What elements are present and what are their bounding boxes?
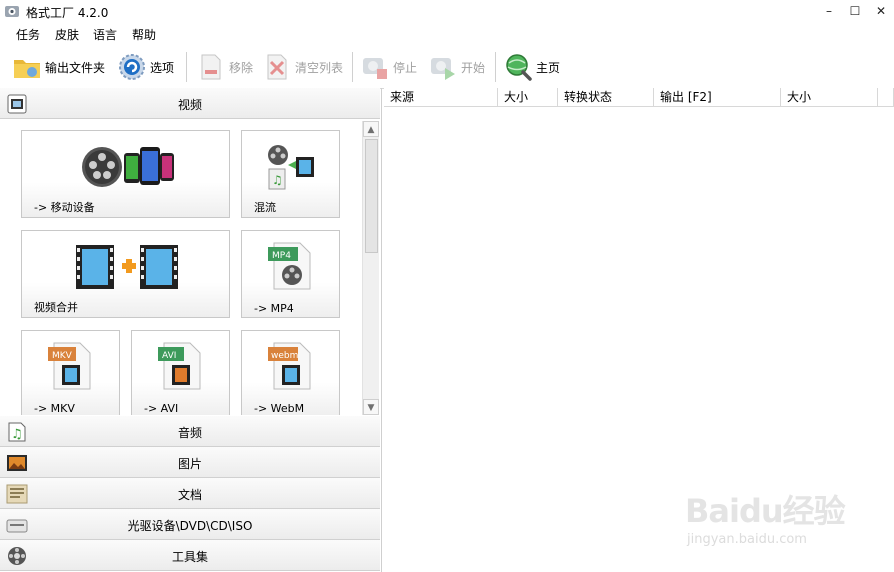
category-document-label: 文档	[177, 488, 202, 502]
grid-scrollbar[interactable]: ▲ ▼	[362, 121, 379, 415]
clear-list-button[interactable]: 清空列表	[262, 49, 343, 85]
tile-to-avi-label: -> AVI	[144, 402, 179, 415]
tile-mux[interactable]: ♫ 混流	[241, 130, 340, 218]
column-header-source[interactable]: 来源	[384, 88, 498, 107]
tile-mux-label: 混流	[254, 201, 276, 214]
watermark-url: jingyan.baidu.com	[687, 532, 807, 547]
remove-button[interactable]: 移除	[196, 49, 253, 85]
tile-to-webm[interactable]: webm -> WebM	[241, 330, 340, 415]
category-audio[interactable]: ♫ 音频	[0, 416, 380, 447]
category-document[interactable]: 文档	[0, 478, 380, 509]
toolbar-separator	[186, 52, 187, 82]
column-header-size[interactable]: 大小	[498, 88, 558, 107]
menu-help[interactable]: 帮助	[132, 26, 156, 43]
scroll-down-arrow-icon[interactable]: ▼	[363, 399, 379, 415]
clear-list-label: 清空列表	[295, 60, 344, 75]
mux-icon: ♫	[268, 145, 314, 190]
globe-search-icon	[506, 54, 532, 81]
category-picture-label: 图片	[177, 457, 202, 471]
start-button[interactable]: 开始	[428, 49, 485, 85]
mkv-file-icon: MKV	[48, 342, 91, 390]
scroll-thumb[interactable]	[365, 139, 378, 253]
category-rom-device-label: 光驱设备\DVD\CD\ISO	[127, 519, 253, 533]
output-folder-button[interactable]: 输出文件夹	[12, 49, 105, 85]
menu-language[interactable]: 语言	[93, 26, 117, 43]
close-button[interactable]: ✕	[868, 2, 894, 20]
category-tools-label: 工具集	[171, 550, 208, 564]
function-panel: 视频 -> 移动设备 ♫ 混流 视频合并 MP4 -> MP4 MKV -> M…	[0, 88, 382, 572]
category-rom-device[interactable]: 光驱设备\DVD\CD\ISO	[0, 509, 380, 540]
film-reel-phones-icon	[82, 147, 174, 187]
watermark-logo: Baidu经验	[685, 492, 846, 530]
tile-to-avi[interactable]: AVI -> AVI	[131, 330, 230, 415]
webm-file-icon: webm	[268, 342, 311, 390]
category-video-label: 视频	[177, 98, 202, 112]
menu-skin[interactable]: 皮肤	[55, 26, 79, 43]
gear-icon	[119, 54, 145, 80]
tile-mobile-device-label: -> 移动设备	[34, 201, 95, 214]
mkv-badge: MKV	[52, 351, 73, 361]
start-label: 开始	[461, 60, 486, 75]
mp4-badge: MP4	[272, 251, 291, 261]
category-audio-label: 音频	[177, 426, 202, 440]
home-label: 主页	[536, 60, 561, 75]
options-label: 选项	[150, 60, 175, 75]
tile-to-webm-label: -> WebM	[254, 402, 305, 415]
options-button[interactable]: 选项	[117, 49, 174, 85]
minimize-button[interactable]: –	[816, 2, 842, 20]
stop-icon	[363, 58, 387, 79]
tile-mobile-device[interactable]: -> 移动设备	[21, 130, 230, 218]
mp4-file-icon: MP4	[268, 242, 311, 290]
toolbar: 输出文件夹 选项 移除 清空列表 停止 开始 主页	[0, 46, 894, 89]
app-icon	[5, 6, 19, 17]
title-bar: 格式工厂 4.2.0 – ☐ ✕	[0, 0, 894, 22]
remove-icon	[201, 54, 221, 80]
home-button[interactable]: 主页	[503, 49, 560, 85]
column-header-filler	[878, 88, 894, 107]
stop-button[interactable]: 停止	[360, 49, 417, 85]
avi-badge: AVI	[162, 351, 176, 361]
toolbar-separator	[352, 52, 353, 82]
clear-list-icon	[267, 54, 287, 80]
maximize-button[interactable]: ☐	[842, 2, 868, 20]
stop-label: 停止	[393, 60, 418, 75]
tile-to-mkv[interactable]: MKV -> MKV	[21, 330, 120, 415]
category-tools[interactable]: 工具集	[0, 540, 380, 571]
webm-badge: webm	[271, 351, 298, 361]
toolbar-separator	[495, 52, 496, 82]
remove-label: 移除	[229, 60, 254, 75]
output-folder-label: 输出文件夹	[45, 60, 106, 75]
tile-to-mp4[interactable]: MP4 -> MP4	[241, 230, 340, 318]
baidu-watermark: Baidu经验 jingyan.baidu.com	[685, 480, 885, 560]
folder-icon	[14, 60, 40, 78]
menu-bar: 任务 皮肤 语言 帮助	[0, 22, 894, 44]
tile-video-join[interactable]: 视频合并	[21, 230, 230, 318]
category-video[interactable]: 视频	[0, 88, 380, 119]
start-icon	[431, 58, 455, 80]
column-header-status[interactable]: 转换状态	[558, 88, 654, 107]
window-title: 格式工厂 4.2.0	[26, 6, 109, 20]
avi-file-icon: AVI	[158, 342, 201, 390]
svg-text:♫: ♫	[272, 173, 283, 187]
tile-to-mp4-label: -> MP4	[254, 302, 294, 315]
tile-to-mkv-label: -> MKV	[34, 402, 75, 415]
column-header-output-size[interactable]: 大小	[781, 88, 878, 107]
scroll-up-arrow-icon[interactable]: ▲	[363, 121, 379, 137]
category-picture[interactable]: 图片	[0, 447, 380, 478]
menu-task[interactable]: 任务	[16, 26, 40, 43]
column-header-output[interactable]: 输出 [F2]	[654, 88, 781, 107]
video-function-grid: -> 移动设备 ♫ 混流 视频合并 MP4 -> MP4 MKV -> MKV …	[0, 119, 362, 415]
video-join-icon	[76, 245, 178, 289]
tile-video-join-label: 视频合并	[34, 301, 78, 314]
